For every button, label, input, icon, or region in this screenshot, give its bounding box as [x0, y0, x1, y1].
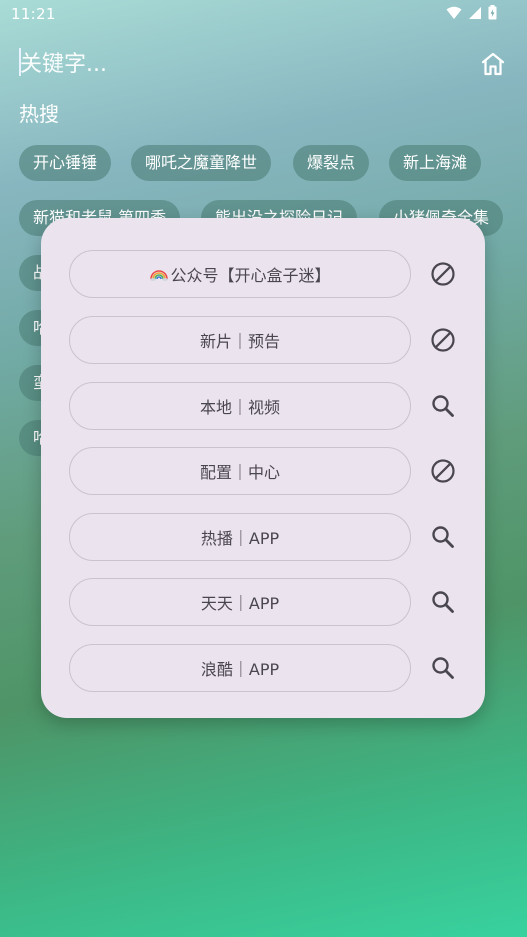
source-label: 热播｜APP — [200, 529, 280, 548]
source-row: 公众号【开心盒子迷】 — [69, 250, 469, 298]
hot-chip[interactable]: 开心锤锤 — [19, 145, 112, 181]
source-row: 配置｜中心 — [69, 447, 469, 495]
source-label: 浪酷｜APP — [200, 660, 280, 679]
source-label: 本地｜视频 — [199, 398, 280, 417]
block-button[interactable] — [427, 324, 459, 356]
source-label: 公众号【开心盒子迷】 — [170, 266, 331, 285]
search-icon — [432, 657, 454, 679]
source-button[interactable]: 公众号【开心盒子迷】 — [69, 250, 411, 298]
search-button[interactable] — [427, 586, 459, 618]
source-button[interactable]: 天天｜APP — [69, 578, 411, 626]
source-label: 新片｜预告 — [199, 332, 280, 351]
block-button[interactable] — [427, 258, 459, 290]
source-popup: 公众号【开心盒子迷】 新片｜预告 本地｜视频 配置｜中心 热播｜APP 天天｜A… — [41, 218, 485, 718]
source-button[interactable]: 浪酷｜APP — [69, 644, 411, 692]
search-icon — [432, 591, 454, 613]
block-icon — [431, 262, 455, 286]
search-button[interactable] — [427, 390, 459, 422]
source-label: 天天｜APP — [200, 594, 280, 613]
search-icon — [432, 526, 454, 548]
search-icon — [432, 395, 454, 417]
source-button[interactable]: 热播｜APP — [69, 513, 411, 561]
source-row: 天天｜APP — [69, 578, 469, 626]
source-button[interactable]: 配置｜中心 — [69, 447, 411, 495]
hot-chip[interactable]: 哪吒之魔童降世 — [131, 145, 272, 181]
block-icon — [431, 328, 455, 352]
block-icon — [431, 459, 455, 483]
source-row: 浪酷｜APP — [69, 644, 469, 692]
source-label: 配置｜中心 — [199, 463, 280, 482]
block-button[interactable] — [427, 455, 459, 487]
source-row: 新片｜预告 — [69, 316, 469, 364]
search-button[interactable] — [427, 521, 459, 553]
hot-chip[interactable]: 爆裂点 — [293, 145, 370, 181]
rainbow-icon — [150, 270, 169, 281]
search-button[interactable] — [427, 652, 459, 684]
source-button[interactable]: 本地｜视频 — [69, 382, 411, 430]
source-row: 本地｜视频 — [69, 382, 469, 430]
source-row: 热播｜APP — [69, 513, 469, 561]
hot-chip[interactable]: 新上海滩 — [389, 145, 482, 181]
source-button[interactable]: 新片｜预告 — [69, 316, 411, 364]
